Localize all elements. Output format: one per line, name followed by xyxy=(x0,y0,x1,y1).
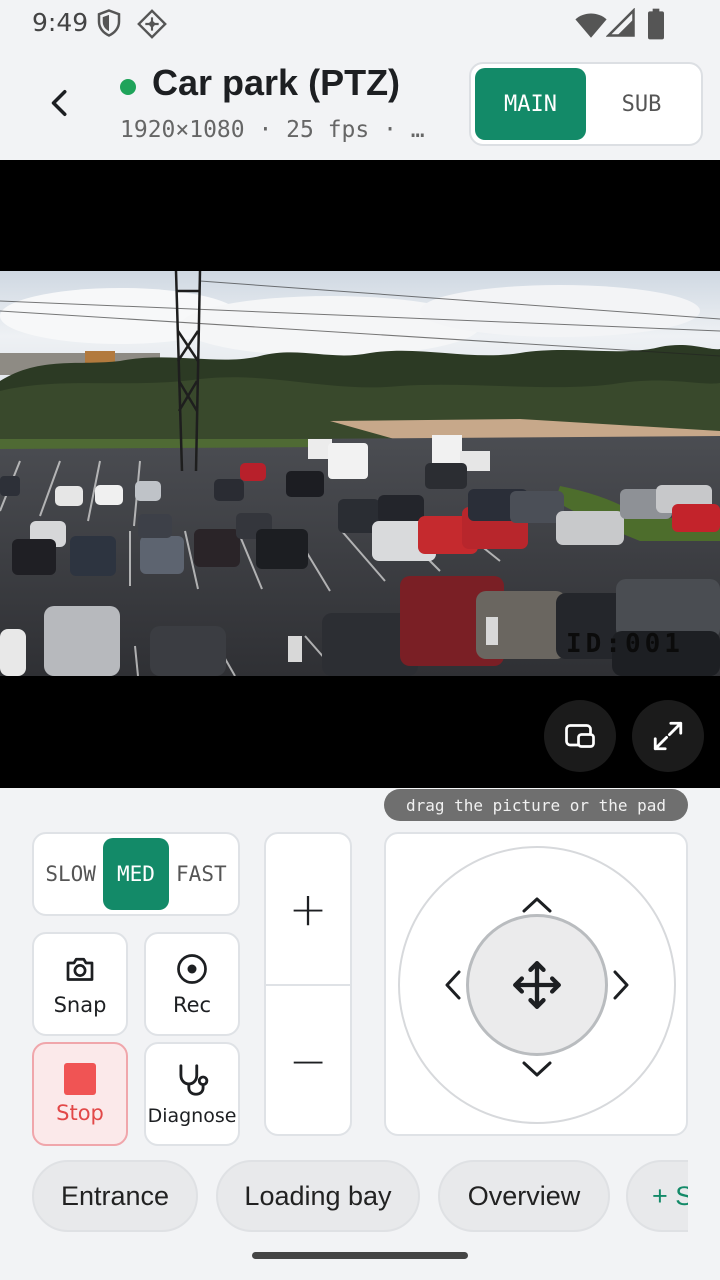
stop-label: Stop xyxy=(56,1101,104,1125)
video-viewer[interactable]: ID:001 xyxy=(0,160,720,788)
picture-in-picture-button[interactable] xyxy=(544,700,616,772)
speed-fast-option[interactable]: FAST xyxy=(169,838,234,910)
ptz-speed-selector: SLOW MED FAST xyxy=(32,832,240,916)
chevron-right-icon xyxy=(613,970,629,1000)
zoom-control: + − xyxy=(264,832,352,1136)
stream-main-button[interactable]: MAIN xyxy=(475,68,586,140)
record-icon xyxy=(177,954,207,984)
speed-med-option[interactable]: MED xyxy=(103,838,169,910)
drag-hint: drag the picture or the pad xyxy=(384,789,688,821)
stream-toggle: MAIN SUB xyxy=(469,62,703,146)
stop-button[interactable]: Stop xyxy=(32,1042,128,1146)
pip-icon xyxy=(565,724,595,748)
preset-overview-chip[interactable]: Overview xyxy=(438,1160,610,1232)
pan-right-button[interactable] xyxy=(602,965,642,1005)
add-preset-chip[interactable]: + S xyxy=(626,1160,688,1232)
preset-loading-bay-chip[interactable]: Loading bay xyxy=(216,1160,420,1232)
battery-icon xyxy=(642,8,676,42)
ptz-pad[interactable] xyxy=(384,832,688,1136)
osd-overlay: ID:001 xyxy=(566,629,684,659)
chevron-left-icon xyxy=(445,970,461,1000)
status-time: 9:49 xyxy=(32,8,89,37)
diagnose-button[interactable]: Diagnose xyxy=(144,1042,240,1146)
parking-lot-scene: ID:001 xyxy=(0,271,720,676)
move-icon xyxy=(513,961,561,1009)
camera-title: Car park (PTZ) xyxy=(152,62,401,103)
ptz-joystick-knob[interactable] xyxy=(466,914,608,1056)
location-crosshair-icon xyxy=(136,8,170,42)
expand-icon xyxy=(653,721,683,751)
zoom-out-button[interactable]: − xyxy=(266,986,350,1136)
stethoscope-icon xyxy=(179,1064,209,1096)
speed-slow-option[interactable]: SLOW xyxy=(38,838,103,910)
signal-icon xyxy=(605,7,640,42)
zoom-out-label: − xyxy=(288,1034,328,1088)
home-indicator[interactable] xyxy=(252,1252,468,1259)
zoom-in-label: + xyxy=(288,882,328,936)
app-header: Car park (PTZ) 1920×1080 · 25 fps · … MA… xyxy=(0,48,720,160)
preset-list: Entrance Loading bay Overview + S xyxy=(32,1160,688,1232)
rec-label: Rec xyxy=(172,993,212,1017)
preset-entrance-chip[interactable]: Entrance xyxy=(32,1160,198,1232)
snap-label: Snap xyxy=(53,993,107,1017)
wifi-icon xyxy=(574,8,608,42)
back-button[interactable] xyxy=(36,78,86,128)
record-button[interactable]: Rec xyxy=(144,932,240,1036)
shield-icon xyxy=(94,8,128,42)
stream-sub-button[interactable]: SUB xyxy=(586,68,697,140)
camera-feed[interactable]: ID:001 xyxy=(0,271,720,676)
stop-square-icon xyxy=(64,1063,96,1095)
osd-camera-id: ID:001 xyxy=(566,629,684,659)
status-bar: 9:49 xyxy=(0,0,720,48)
live-status-dot xyxy=(120,79,136,95)
fullscreen-button[interactable] xyxy=(632,700,704,772)
arrow-left-icon xyxy=(51,90,67,116)
zoom-in-button[interactable]: + xyxy=(266,834,350,984)
stream-info: 1920×1080 · 25 fps · … xyxy=(120,117,425,143)
chevron-up-icon xyxy=(522,897,552,913)
snap-button[interactable]: Snap xyxy=(32,932,128,1036)
chevron-down-icon xyxy=(522,1061,552,1077)
pan-down-button[interactable] xyxy=(517,1050,557,1090)
camera-icon xyxy=(66,957,94,981)
diagnose-label: Diagnose xyxy=(147,1105,237,1127)
